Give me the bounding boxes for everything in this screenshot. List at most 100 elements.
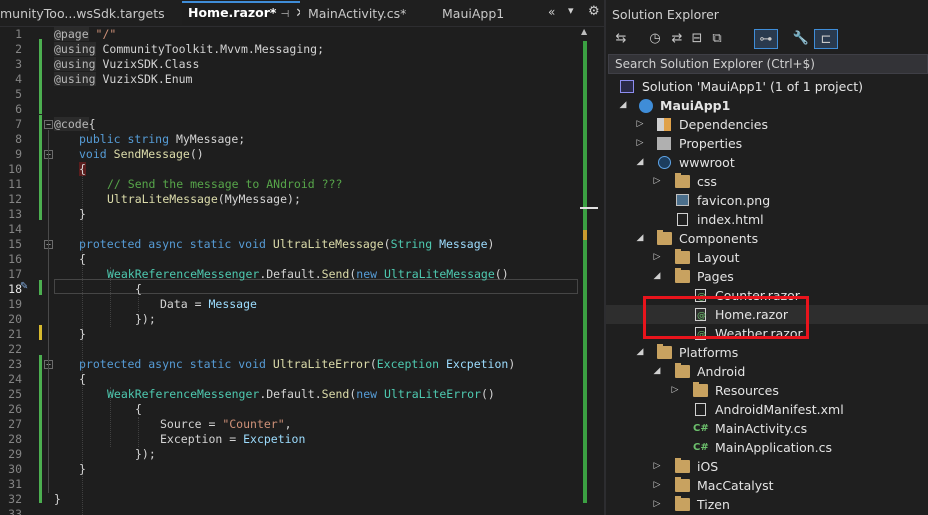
code-line-19: Data = Message bbox=[160, 297, 257, 311]
line-number: 27 bbox=[8, 417, 22, 431]
tree-item-label: Properties bbox=[679, 136, 743, 151]
code-line-4: @using VuzixSDK.Enum bbox=[54, 72, 193, 86]
tree-item-main-activity[interactable]: C# MainActivity.cs bbox=[606, 419, 928, 438]
copy-icon[interactable]: ⧉ bbox=[708, 29, 726, 49]
history-icon[interactable]: ◷ bbox=[644, 29, 666, 49]
code-line-24: { bbox=[79, 372, 86, 386]
filter-icon[interactable]: ⊶ bbox=[754, 29, 778, 49]
tree-item-label: Platforms bbox=[679, 345, 739, 360]
expand-arrow-icon[interactable]: ◢ bbox=[635, 229, 645, 248]
gear-icon[interactable]: ⚙ bbox=[588, 4, 600, 19]
expand-arrow-icon[interactable]: ▷ bbox=[652, 172, 662, 191]
image-icon bbox=[676, 194, 689, 206]
tree-item-project[interactable]: ◢ MauiApp1 bbox=[606, 96, 928, 115]
expand-arrow-icon[interactable]: ◢ bbox=[652, 267, 662, 286]
expand-arrow-icon[interactable]: ▷ bbox=[635, 115, 645, 134]
code-line-30: } bbox=[79, 462, 86, 476]
scroll-up-icon[interactable]: ▲ bbox=[581, 27, 587, 36]
csharp-icon: C# bbox=[693, 442, 709, 453]
expand-arrow-icon[interactable]: ◢ bbox=[652, 362, 662, 381]
code-line-3: @using VuzixSDK.Class bbox=[54, 57, 200, 71]
expand-arrow-icon[interactable]: ▷ bbox=[652, 457, 662, 476]
tree-item-label: Components bbox=[679, 231, 759, 246]
tree-item-label: Resources bbox=[715, 383, 779, 398]
line-number: 10 bbox=[8, 162, 22, 176]
code-line-32: } bbox=[54, 492, 61, 506]
tree-item-maccatalyst[interactable]: ▷ MacCatalyst bbox=[606, 476, 928, 495]
project-icon bbox=[639, 99, 653, 113]
tree-item-android[interactable]: ◢ Android bbox=[606, 362, 928, 381]
settings-wrench-icon[interactable]: 🔧 bbox=[792, 29, 810, 49]
code-line-25: WeakReferenceMessenger.Default.Send(new … bbox=[107, 387, 495, 401]
pin-icon[interactable]: ⊣ bbox=[280, 9, 289, 20]
line-number: 18 bbox=[8, 282, 22, 296]
line-number: 5 bbox=[15, 87, 22, 101]
tree-item-css[interactable]: ▷ css bbox=[606, 172, 928, 191]
tree-item-label: MainActivity.cs bbox=[715, 421, 808, 436]
close-icon[interactable]: ✕ bbox=[295, 6, 300, 21]
line-number: 20 bbox=[8, 312, 22, 326]
tree-item-label: iOS bbox=[697, 459, 719, 474]
tree-item-wwwroot[interactable]: ◢ wwwroot bbox=[606, 153, 928, 172]
tab-dropdown-icon[interactable]: ▾ bbox=[568, 4, 574, 17]
expand-arrow-icon[interactable]: ▷ bbox=[652, 476, 662, 495]
code-line-27: Source = "Counter", bbox=[160, 417, 292, 431]
search-input[interactable]: Search Solution Explorer (Ctrl+$) bbox=[608, 54, 928, 74]
tree-item-properties[interactable]: ▷ Properties bbox=[606, 134, 928, 153]
tab-targets-file[interactable]: munityToo...wsSdk.targets bbox=[0, 3, 178, 25]
expand-arrow-icon[interactable]: ▷ bbox=[670, 381, 680, 400]
fold-guide bbox=[48, 130, 49, 493]
tab-label: MainActivity.cs* bbox=[308, 6, 407, 21]
expand-arrow-icon[interactable]: ◢ bbox=[618, 96, 628, 115]
tree-item-solution[interactable]: Solution 'MauiApp1' (1 of 1 project) bbox=[606, 77, 928, 96]
indent-guide bbox=[138, 297, 139, 312]
tree-item-index-html[interactable]: index.html bbox=[606, 210, 928, 229]
tree-item-dependencies[interactable]: ▷ Dependencies bbox=[606, 115, 928, 134]
tab-main-activity[interactable]: MainActivity.cs* bbox=[302, 3, 430, 25]
code-line-11: // Send the message to ANdroid ??? bbox=[107, 177, 343, 191]
tree-item-label: MauiApp1 bbox=[660, 98, 731, 113]
search-placeholder: Search Solution Explorer (Ctrl+$) bbox=[615, 57, 815, 71]
tree-item-layout[interactable]: ▷ Layout bbox=[606, 248, 928, 267]
line-number: 9 bbox=[15, 147, 22, 161]
tab-home-razor[interactable]: Home.razor*⊣ ✕ bbox=[182, 1, 300, 25]
tree-item-platforms[interactable]: ◢ Platforms bbox=[606, 343, 928, 362]
code-line-20: }); bbox=[135, 312, 156, 326]
fold-toggle-icon[interactable]: − bbox=[44, 120, 53, 129]
code-editor[interactable]: 1 2 3 4 5 6 7 8 9 10 11 12 13 14 15 16 17 18 19 20 21 22 23 24 2… bbox=[0, 27, 604, 515]
tree-item-android-manifest[interactable]: AndroidManifest.xml bbox=[606, 400, 928, 419]
line-number: 13 bbox=[8, 207, 22, 221]
tree-item-pages[interactable]: ◢ Pages bbox=[606, 267, 928, 286]
tree-item-tizen[interactable]: ▷ Tizen bbox=[606, 495, 928, 514]
code-line-23: protected async static void UltraLiteErr… bbox=[79, 357, 516, 371]
tree-item-main-application[interactable]: C# MainApplication.cs bbox=[606, 438, 928, 457]
code-line-21: } bbox=[79, 327, 86, 341]
tab-overflow-icon[interactable]: « bbox=[548, 5, 555, 19]
folder-icon bbox=[675, 363, 690, 378]
tab-mauiapp1[interactable]: MauiApp1 bbox=[436, 3, 536, 25]
code-line-17: WeakReferenceMessenger.Default.Send(new … bbox=[107, 267, 509, 281]
solution-explorer-panel: Solution Explorer ⇆ ◷ ⇄ ⊟ ⧉ ⊶ 🔧 ⊏ Search… bbox=[606, 0, 928, 515]
expand-arrow-icon[interactable]: ▷ bbox=[652, 495, 662, 514]
code-line-15: protected async static void UltraLiteMes… bbox=[79, 237, 495, 251]
solution-explorer-toolbar: ⇆ ◷ ⇄ ⊟ ⧉ ⊶ 🔧 ⊏ bbox=[606, 27, 928, 53]
line-number: 7 bbox=[15, 117, 22, 131]
tree-item-favicon[interactable]: favicon.png bbox=[606, 191, 928, 210]
tree-item-resources[interactable]: ▷ Resources bbox=[606, 381, 928, 400]
sync-icon[interactable]: ⇄ bbox=[668, 29, 686, 49]
tree-item-components[interactable]: ◢ Components bbox=[606, 229, 928, 248]
expand-arrow-icon[interactable]: ◢ bbox=[635, 153, 645, 172]
line-number: 4 bbox=[15, 72, 22, 86]
preview-icon[interactable]: ⊏ bbox=[814, 29, 838, 49]
expand-arrow-icon[interactable]: ▷ bbox=[652, 248, 662, 267]
tree-item-label: Pages bbox=[697, 269, 734, 284]
expand-arrow-icon[interactable]: ◢ bbox=[635, 343, 645, 362]
expand-arrow-icon[interactable]: ▷ bbox=[635, 134, 645, 153]
tree-item-ios[interactable]: ▷ iOS bbox=[606, 457, 928, 476]
scroll-warning-marker bbox=[583, 230, 587, 240]
tree-item-label: Dependencies bbox=[679, 117, 768, 132]
collapse-icon[interactable]: ⊟ bbox=[688, 29, 706, 49]
scroll-change-marker bbox=[583, 41, 587, 503]
vertical-scrollbar[interactable]: ▲ bbox=[580, 27, 598, 515]
vs-switch-icon[interactable]: ⇆ bbox=[612, 29, 630, 49]
